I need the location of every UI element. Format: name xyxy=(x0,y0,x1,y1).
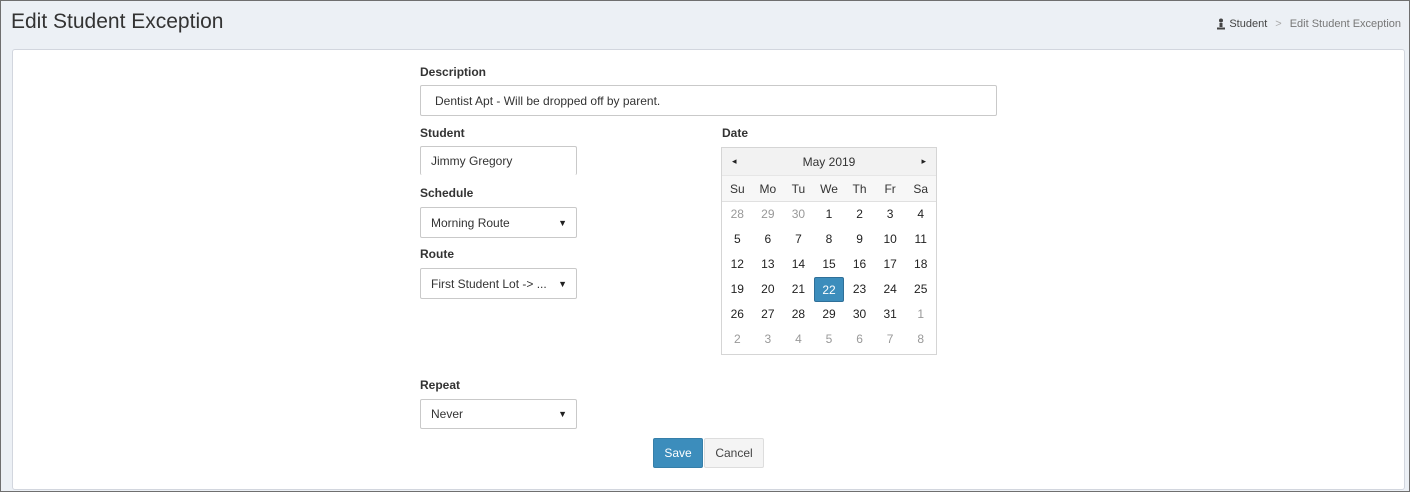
calendar-day[interactable]: 8 xyxy=(905,327,936,352)
save-button[interactable]: Save xyxy=(653,438,703,468)
calendar-day[interactable]: 19 xyxy=(722,277,753,302)
calendar-day[interactable]: 4 xyxy=(905,202,936,227)
calendar-day[interactable]: 23 xyxy=(844,277,875,302)
calendar-day[interactable]: 21 xyxy=(783,277,814,302)
calendar-day[interactable]: 31 xyxy=(875,302,906,327)
repeat-label: Repeat xyxy=(420,378,461,392)
caret-down-icon: ▼ xyxy=(558,217,567,228)
weekday-header: Th xyxy=(844,176,875,202)
calendar-day[interactable]: 18 xyxy=(905,252,936,277)
student-label: Student xyxy=(420,126,465,140)
caret-down-icon: ▼ xyxy=(558,409,567,419)
calendar-day[interactable]: 7 xyxy=(875,327,906,352)
calendar-day[interactable]: 29 xyxy=(814,302,845,327)
calendar-day[interactable]: 12 xyxy=(722,252,753,277)
calendar-day[interactable]: 4 xyxy=(783,327,814,352)
route-select[interactable]: First Student Lot -> ... ▼ xyxy=(420,268,577,299)
breadcrumb-home-label: Student xyxy=(1229,18,1268,30)
route-label: Route xyxy=(420,247,454,261)
weekday-header: Tu xyxy=(783,176,814,202)
calendar-day[interactable]: 3 xyxy=(875,202,906,227)
schedule-select[interactable]: Morning Route ▼ xyxy=(420,207,577,238)
calendar-header: ◂ May 2019 ▸ xyxy=(722,148,936,176)
cancel-button[interactable]: Cancel xyxy=(704,438,764,468)
weekday-header: Fr xyxy=(874,176,906,202)
breadcrumb: Student > Edit Student Exception xyxy=(1216,18,1401,30)
weekday-header: Su xyxy=(722,176,753,202)
calendar-day[interactable]: 17 xyxy=(875,252,906,277)
calendar-day[interactable]: 27 xyxy=(753,302,784,327)
calendar-day[interactable]: 5 xyxy=(814,327,845,352)
calendar-day[interactable]: 13 xyxy=(753,252,784,277)
calendar-day[interactable]: 2 xyxy=(722,327,753,352)
calendar-day[interactable]: 28 xyxy=(722,202,753,227)
calendar-day[interactable]: 25 xyxy=(905,277,936,302)
student-icon xyxy=(1217,18,1226,30)
calendar-day[interactable]: 11 xyxy=(905,227,936,252)
date-label: Date xyxy=(722,126,749,140)
calendar-day[interactable]: 2 xyxy=(844,202,875,227)
description-label: Description xyxy=(420,65,487,79)
repeat-select[interactable]: Never ▼ xyxy=(420,399,577,429)
calendar-day[interactable]: 15 xyxy=(814,252,845,277)
description-value: Dentist Apt - Will be dropped off by par… xyxy=(435,93,661,108)
student-value: Jimmy Gregory xyxy=(431,154,513,168)
calendar-day[interactable]: 26 xyxy=(722,302,753,327)
calendar-day[interactable]: 20 xyxy=(753,277,784,302)
calendar-day[interactable]: 9 xyxy=(844,227,875,252)
calendar-month-label[interactable]: May 2019 xyxy=(803,155,856,169)
calendar-day[interactable]: 7 xyxy=(783,227,814,252)
calendar-day[interactable]: 28 xyxy=(783,302,814,327)
schedule-value: Morning Route xyxy=(431,215,510,230)
calendar-day[interactable]: 30 xyxy=(844,302,875,327)
calendar-day[interactable]: 6 xyxy=(753,227,784,252)
student-input[interactable]: Jimmy Gregory xyxy=(420,146,577,175)
repeat-value: Never xyxy=(431,407,464,421)
calendar-day[interactable]: 1 xyxy=(814,202,845,227)
weekday-header: Sa xyxy=(905,176,936,202)
route-value: First Student Lot -> ... xyxy=(431,276,547,291)
description-input[interactable]: Dentist Apt - Will be dropped off by par… xyxy=(420,85,997,116)
calendar-day[interactable]: 6 xyxy=(844,327,875,352)
next-month-icon[interactable]: ▸ xyxy=(921,156,926,167)
calendar-day[interactable]: 1 xyxy=(905,302,936,327)
breadcrumb-separator: > xyxy=(1275,18,1282,30)
calendar-day[interactable]: 10 xyxy=(875,227,906,252)
schedule-label: Schedule xyxy=(420,186,474,200)
calendar-day[interactable]: 3 xyxy=(753,327,784,352)
date-picker: ◂ May 2019 ▸ Su Mo Tu We Th Fr Sa 28 29 30 1 2 3 4 5 6 7… xyxy=(721,147,937,355)
calendar-day[interactable]: 5 xyxy=(722,227,753,252)
calendar-day[interactable]: 16 xyxy=(844,252,875,277)
calendar-day[interactable]: 30 xyxy=(783,202,814,227)
calendar-day[interactable]: 8 xyxy=(814,227,845,252)
prev-month-icon[interactable]: ◂ xyxy=(732,156,737,167)
calendar-day-selected[interactable]: 22 xyxy=(813,277,845,302)
weekday-header: We xyxy=(813,176,845,202)
breadcrumb-student-link[interactable]: Student xyxy=(1216,18,1267,30)
calendar-day[interactable]: 24 xyxy=(875,277,906,302)
caret-down-icon: ▼ xyxy=(558,278,567,289)
calendar-grid: Su Mo Tu We Th Fr Sa 28 29 30 1 2 3 4 5 6 7 8 9 10 11 12 13 14 1… xyxy=(722,176,936,352)
page-title: Edit Student Exception xyxy=(11,10,224,33)
weekday-header: Mo xyxy=(752,176,784,202)
breadcrumb-current: Edit Student Exception xyxy=(1289,18,1401,30)
calendar-day[interactable]: 14 xyxy=(783,252,814,277)
calendar-day[interactable]: 29 xyxy=(753,202,784,227)
form-panel: Description Dentist Apt - Will be droppe… xyxy=(12,49,1405,490)
